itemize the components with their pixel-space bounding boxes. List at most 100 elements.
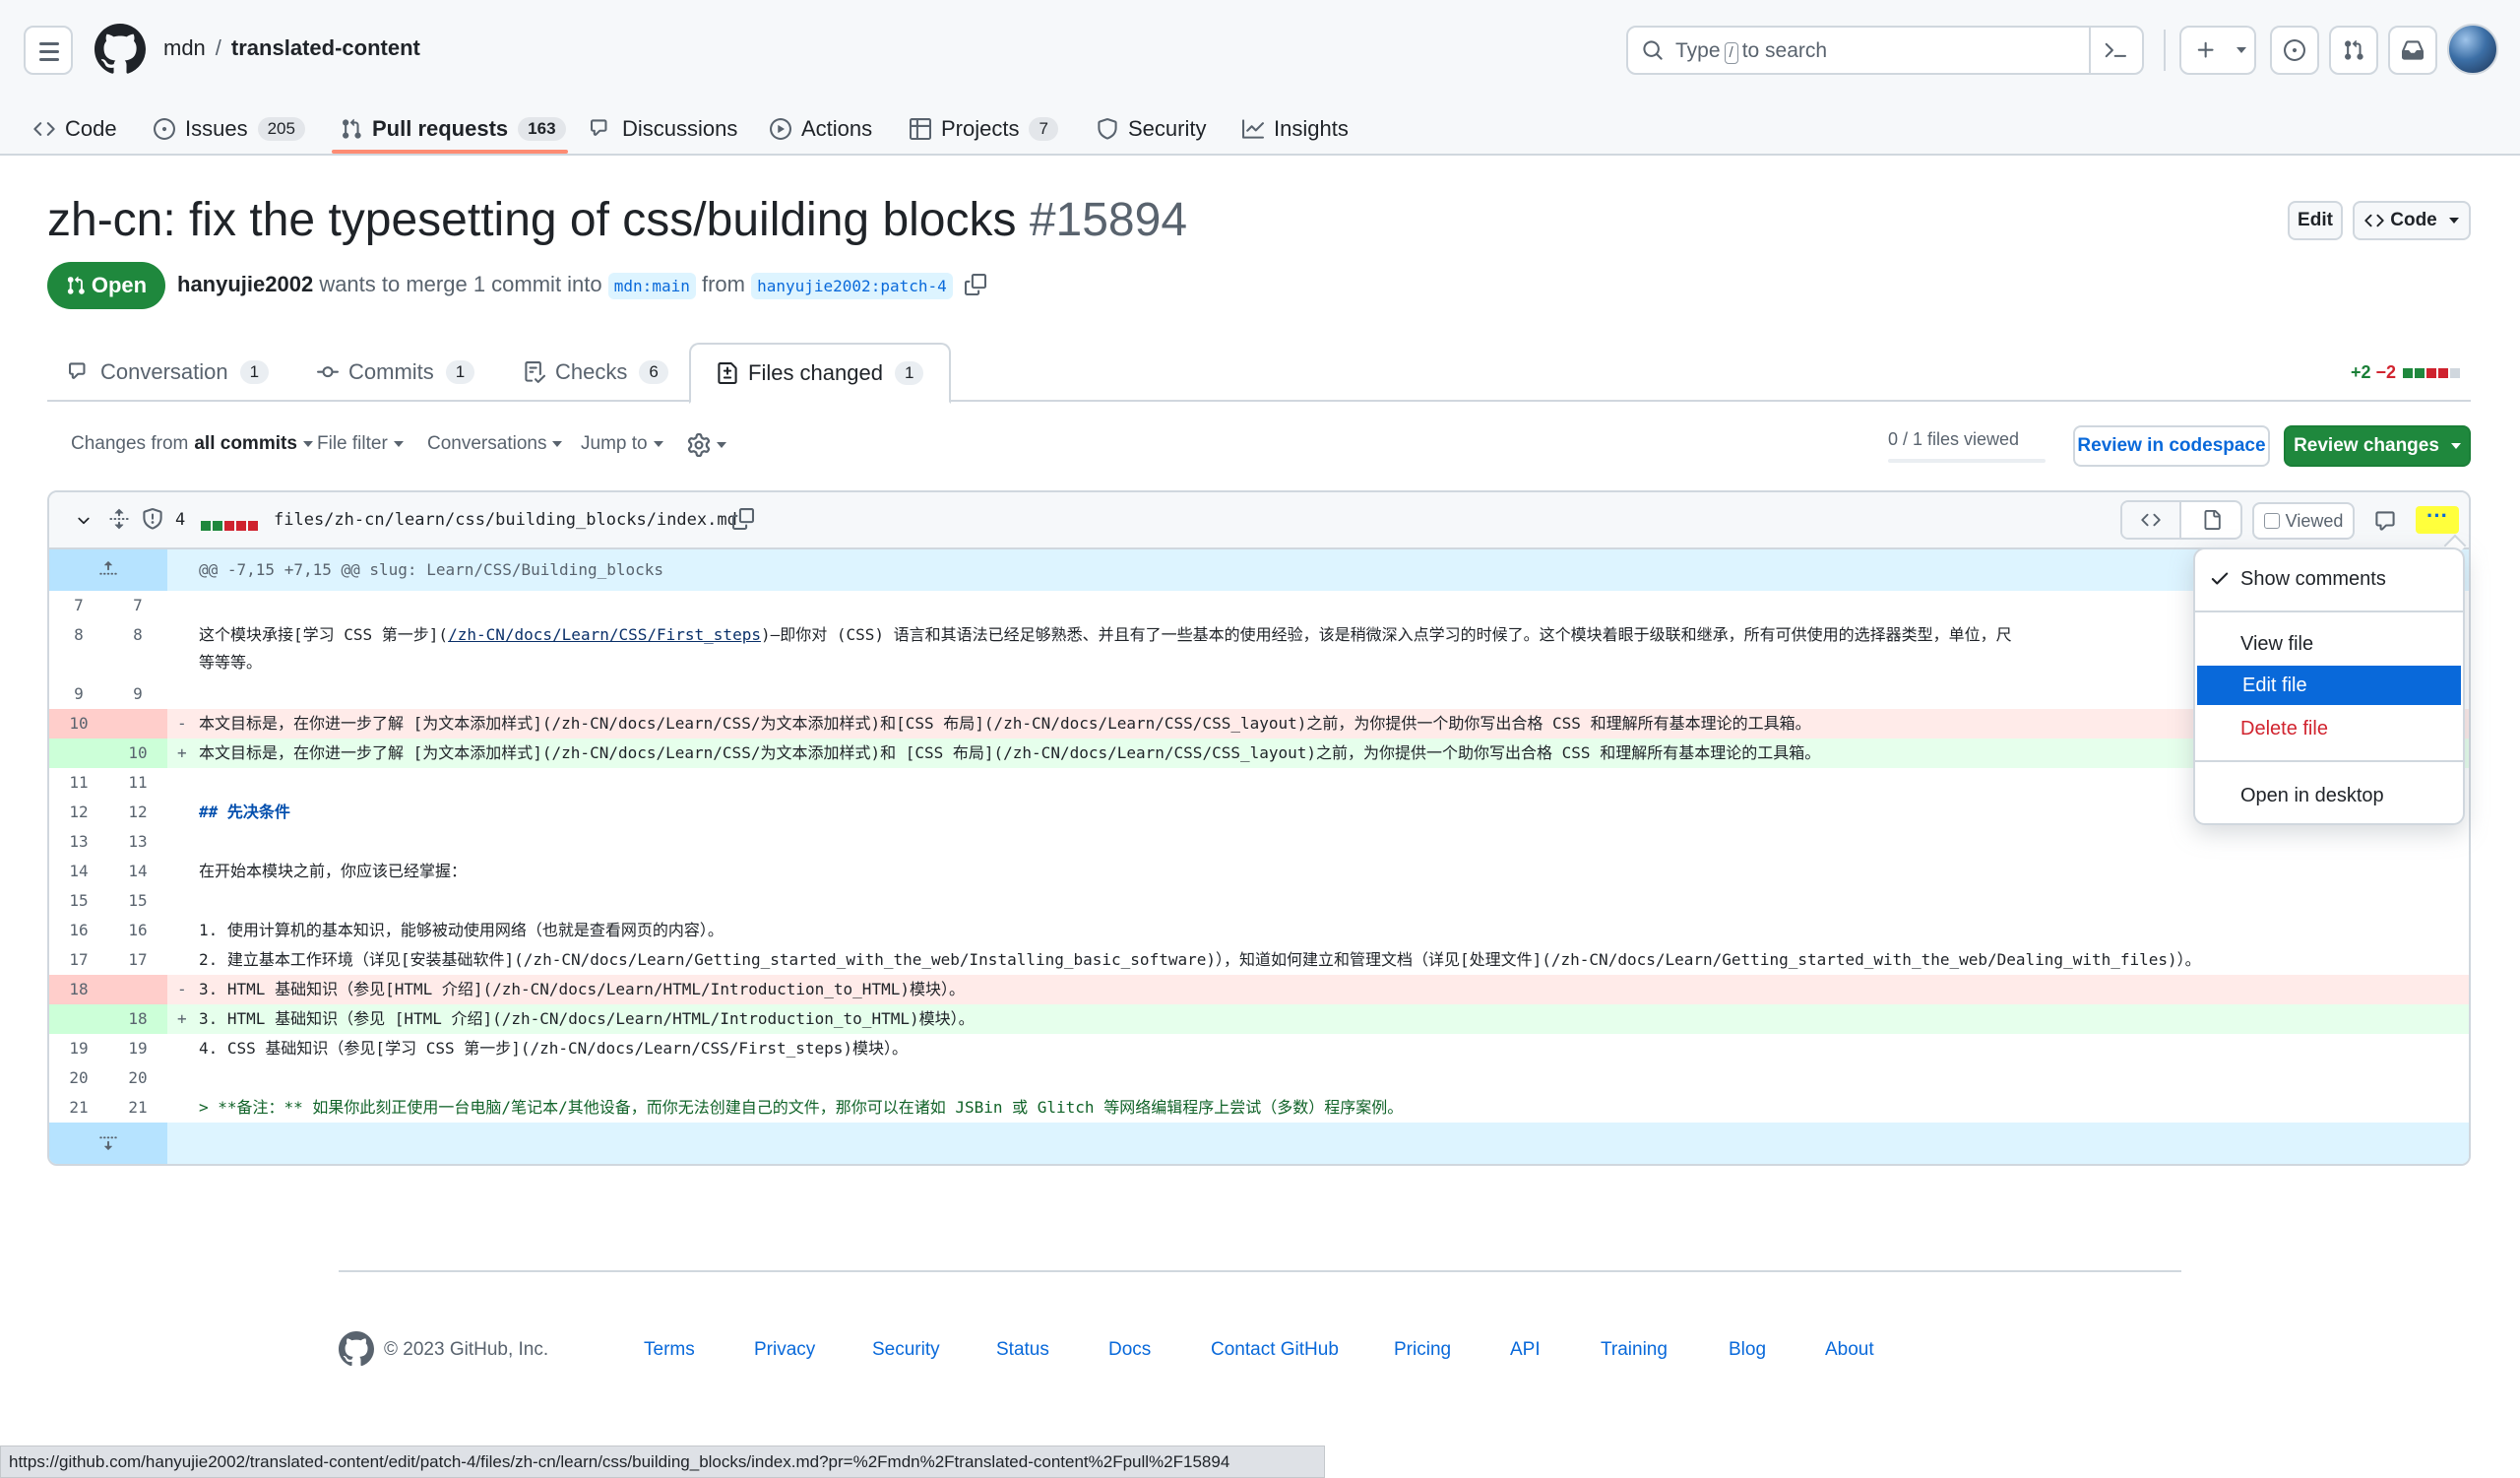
old-line-number[interactable]: 19 <box>49 1034 108 1063</box>
create-new-button[interactable] <box>2179 26 2256 75</box>
diff-line: 16 16 1. 使用计算机的基本知识，能够被动使用网络（也就是查看网页的内容）。 <box>49 916 2469 945</box>
file-filter-dropdown[interactable]: File filter <box>317 433 404 455</box>
new-line-number[interactable]: 19 <box>108 1034 167 1063</box>
new-line-number[interactable]: 12 <box>108 798 167 827</box>
user-avatar[interactable] <box>2447 24 2498 75</box>
new-line-number[interactable]: 10 <box>108 739 167 768</box>
old-line-number[interactable]: 21 <box>49 1093 108 1123</box>
chevron-down-icon[interactable] <box>75 512 93 530</box>
menu-item-view-file[interactable]: View file <box>2195 624 2463 664</box>
nav-issues[interactable]: Issues 205 <box>154 102 305 156</box>
menu-item-delete-file[interactable]: Delete file <box>2195 709 2463 748</box>
source-view-button[interactable] <box>2122 502 2181 538</box>
nav-actions[interactable]: Actions <box>770 102 872 156</box>
nav-insights[interactable]: Insights <box>1242 102 1349 156</box>
rich-view-button[interactable] <box>2183 502 2240 538</box>
tab-conversation[interactable]: Conversation 1 <box>69 343 270 402</box>
tab-files-changed[interactable]: Files changed 1 <box>689 343 952 404</box>
footer-link-terms[interactable]: Terms <box>644 1339 695 1361</box>
issues-button[interactable] <box>2270 26 2319 75</box>
code-icon <box>33 122 55 136</box>
menu-item-edit-file[interactable]: Edit file <box>2197 666 2461 705</box>
new-line-number[interactable]: 8 <box>108 620 167 679</box>
old-line-number[interactable]: 18 <box>49 975 108 1004</box>
old-line-number[interactable]: 14 <box>49 857 108 886</box>
command-palette-button[interactable] <box>2089 28 2142 73</box>
nav-label: Actions <box>801 116 873 141</box>
footer-link-status[interactable]: Status <box>996 1339 1049 1361</box>
expand-all-icon[interactable] <box>108 508 130 530</box>
footer-link-api[interactable]: API <box>1510 1339 1541 1361</box>
new-line-number[interactable]: 13 <box>108 827 167 857</box>
old-line-number[interactable]: 17 <box>49 945 108 975</box>
expand-down-button[interactable] <box>49 1123 167 1164</box>
footer-link-security[interactable]: Security <box>872 1339 940 1361</box>
footer-link-training[interactable]: Training <box>1601 1339 1668 1361</box>
inbox-button[interactable] <box>2388 26 2437 75</box>
old-line-number[interactable]: 20 <box>49 1063 108 1093</box>
menu-item-show-comments[interactable]: Show comments <box>2195 559 2463 599</box>
new-line-number[interactable]: 15 <box>108 886 167 916</box>
repo-owner-link[interactable]: mdn <box>163 35 206 60</box>
old-line-number[interactable]: 16 <box>49 916 108 945</box>
repo-name-link[interactable]: translated-content <box>231 35 420 60</box>
new-line-number[interactable]: 17 <box>108 945 167 975</box>
new-line-number[interactable]: 14 <box>108 857 167 886</box>
new-line-number[interactable]: 21 <box>108 1093 167 1123</box>
tab-checks[interactable]: Checks 6 <box>524 343 668 402</box>
viewed-checkbox[interactable]: Viewed <box>2252 502 2355 540</box>
edit-title-button[interactable]: Edit <box>2288 201 2343 240</box>
footer-link-blog[interactable]: Blog <box>1729 1339 1766 1361</box>
new-line-number[interactable]: 18 <box>108 1004 167 1034</box>
nav-security[interactable]: Security <box>1097 102 1206 156</box>
changes-from-dropdown[interactable]: Changes from all commits <box>71 433 313 455</box>
copy-icon[interactable] <box>732 508 754 530</box>
search-input[interactable]: Type / to search <box>1626 26 2144 75</box>
menu-item-open-desktop[interactable]: Open in desktop <box>2195 776 2463 815</box>
new-line-number[interactable]: 20 <box>108 1063 167 1093</box>
additions-count: +2 <box>2351 362 2371 382</box>
nav-pull-requests[interactable]: Pull requests 163 <box>341 102 566 156</box>
footer-link-contact[interactable]: Contact GitHub <box>1211 1339 1339 1361</box>
pull-requests-button[interactable] <box>2329 26 2378 75</box>
old-line-number[interactable]: 13 <box>49 827 108 857</box>
new-line-number[interactable]: 9 <box>108 679 167 709</box>
old-line-number[interactable]: 11 <box>49 768 108 798</box>
nav-projects[interactable]: Projects 7 <box>910 102 1058 156</box>
file-path[interactable]: files/zh-cn/learn/css/building_blocks/in… <box>274 510 737 530</box>
diff-settings-dropdown[interactable] <box>687 433 726 457</box>
tab-commits[interactable]: Commits 1 <box>317 343 475 402</box>
new-line-number[interactable]: 7 <box>108 591 167 620</box>
new-line-number[interactable]: 11 <box>108 768 167 798</box>
nav-discussions[interactable]: Discussions <box>591 102 737 156</box>
old-line-number[interactable]: 9 <box>49 679 108 709</box>
conversations-dropdown[interactable]: Conversations <box>427 433 563 455</box>
code-dropdown-button[interactable]: Code <box>2353 201 2471 240</box>
footer-link-docs[interactable]: Docs <box>1108 1339 1151 1361</box>
footer-link-about[interactable]: About <box>1825 1339 1874 1361</box>
github-logo-icon[interactable] <box>339 1331 374 1367</box>
base-branch[interactable]: mdn:main <box>607 273 696 299</box>
footer-divider <box>339 1270 2181 1272</box>
old-line-number[interactable]: 8 <box>49 620 108 679</box>
old-line-number[interactable]: 7 <box>49 591 108 620</box>
copy-icon[interactable] <box>964 274 986 295</box>
jump-to-dropdown[interactable]: Jump to <box>581 433 663 455</box>
expand-up-button[interactable] <box>49 549 167 591</box>
comment-icon[interactable] <box>2374 510 2396 532</box>
nav-code[interactable]: Code <box>33 102 117 156</box>
issue-icon <box>2284 39 2305 61</box>
old-line-number[interactable]: 15 <box>49 886 108 916</box>
review-changes-button[interactable]: Review changes <box>2284 425 2471 467</box>
old-line-number[interactable]: 10 <box>49 709 108 739</box>
file-more-options-button[interactable]: ··· <box>2416 505 2459 534</box>
footer-link-privacy[interactable]: Privacy <box>754 1339 815 1361</box>
new-line-number[interactable]: 16 <box>108 916 167 945</box>
review-in-codespace-button[interactable]: Review in codespace <box>2073 425 2270 467</box>
old-line-number[interactable]: 12 <box>49 798 108 827</box>
pr-author-link[interactable]: hanyujie2002 <box>177 272 313 296</box>
head-branch[interactable]: hanyujie2002:patch-4 <box>751 273 953 299</box>
github-logo-icon[interactable] <box>94 24 146 75</box>
menu-button[interactable] <box>24 26 73 75</box>
footer-link-pricing[interactable]: Pricing <box>1394 1339 1451 1361</box>
